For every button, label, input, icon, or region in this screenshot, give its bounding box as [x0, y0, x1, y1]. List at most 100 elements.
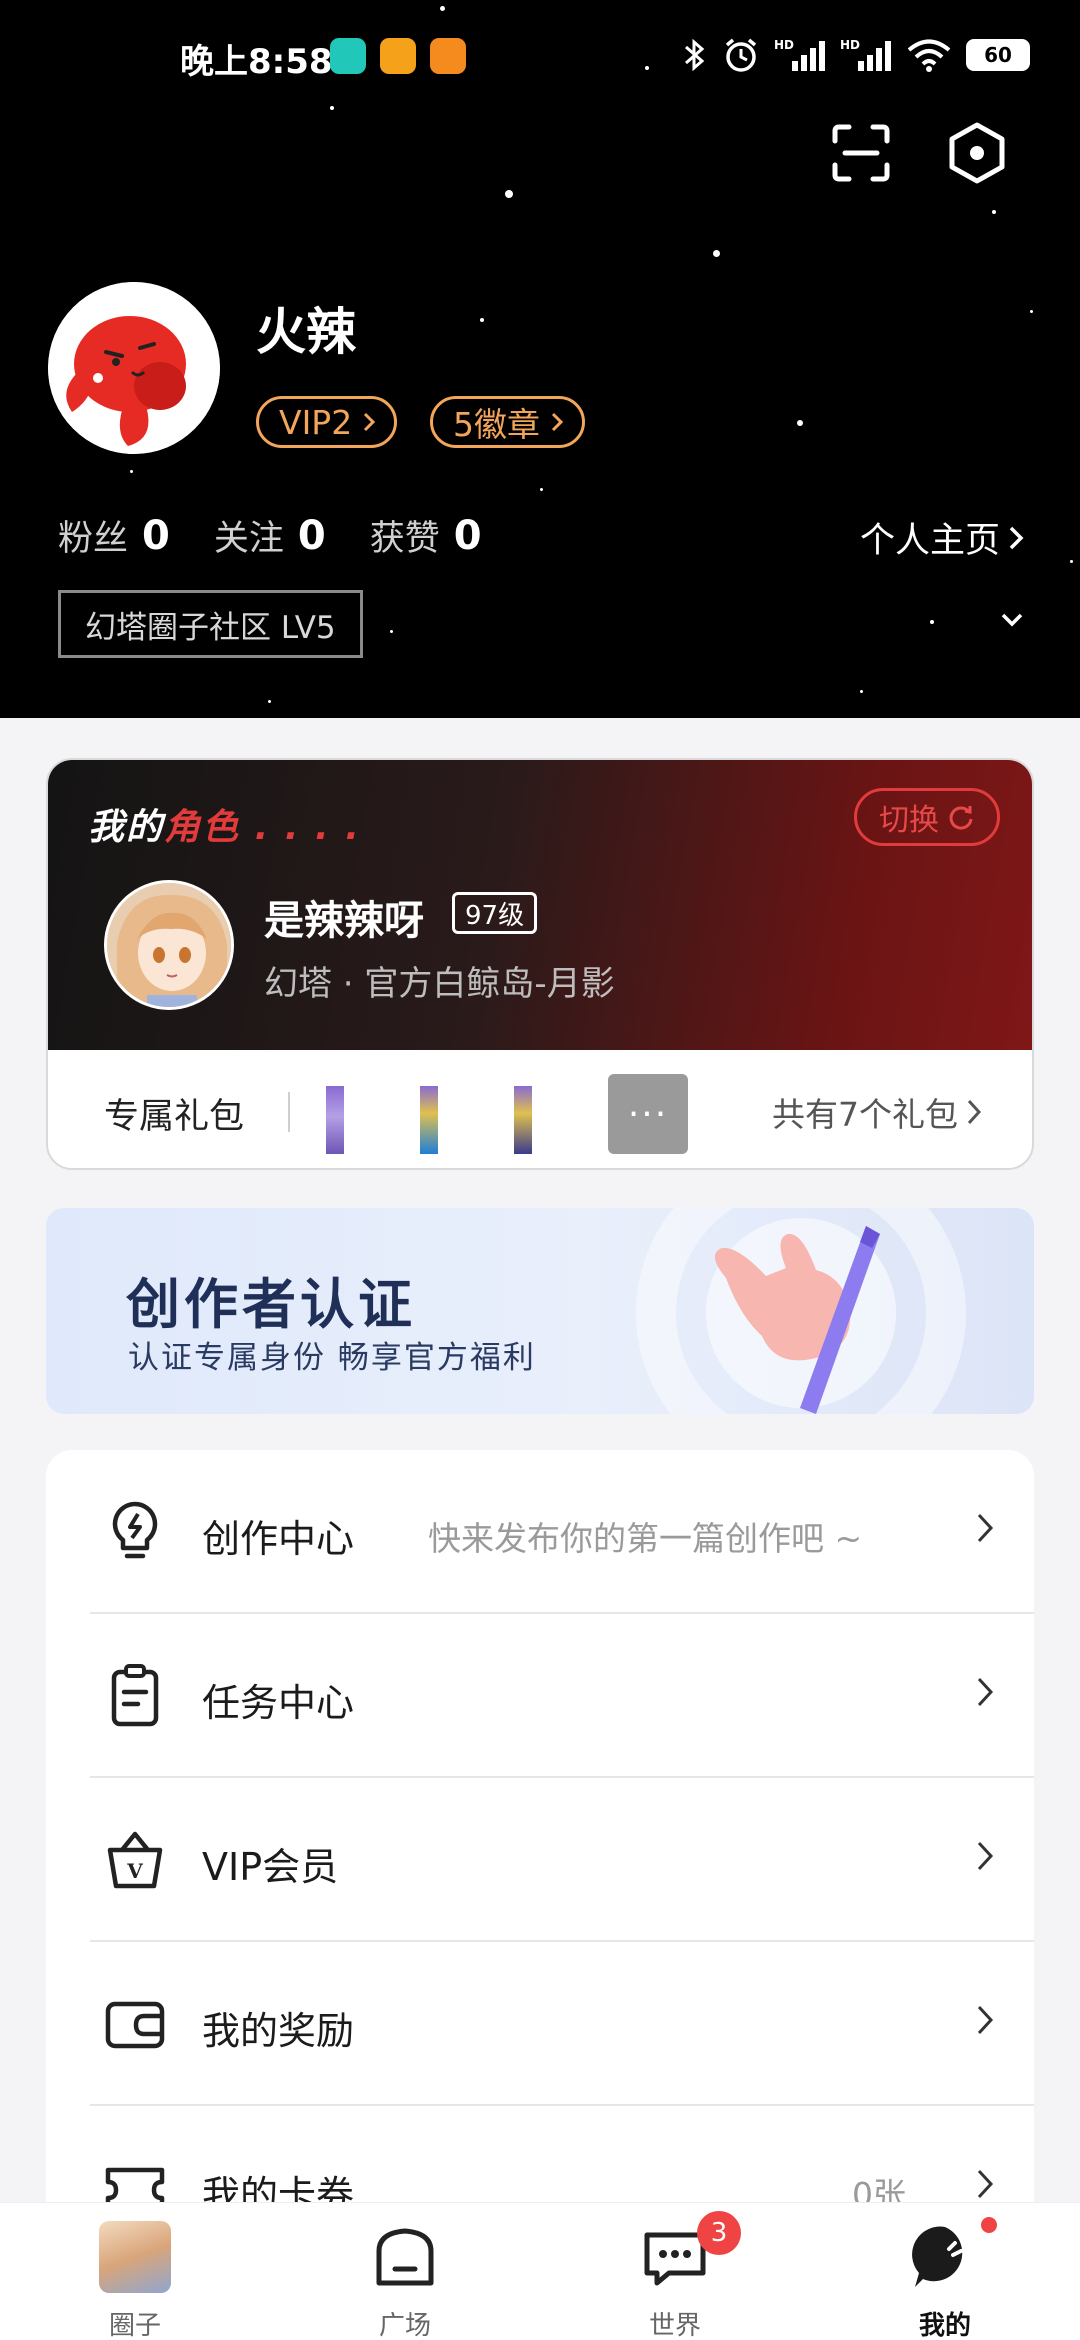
chevron-right-icon	[977, 2169, 994, 2199]
role-card-header: 我的角色 . . . . 切换 是辣辣呀 97级 幻塔 · 官方白鲸岛-月影	[48, 760, 1032, 1050]
status-icons: HD HD 60	[680, 36, 1030, 74]
chevron-right-icon	[1009, 526, 1024, 549]
clipboard-icon	[111, 1664, 159, 1727]
star-decoration	[268, 700, 271, 703]
gift-item-thumbnail[interactable]	[420, 1086, 438, 1154]
vip-basket-icon: V	[107, 1831, 163, 1889]
stat-likes[interactable]: 获赞 0	[370, 510, 482, 561]
app-notification-icon	[430, 38, 466, 74]
victory-hand-pen-icon	[714, 1226, 880, 1414]
scan-button[interactable]	[830, 122, 892, 184]
star-decoration	[330, 106, 334, 110]
menu-item-vip[interactable]: V VIP会员	[46, 1778, 1034, 1942]
stat-label: 获赞	[369, 519, 440, 559]
switch-label: 切换	[879, 803, 939, 838]
chevron-right-icon	[967, 1099, 982, 1125]
chevron-right-icon	[364, 412, 376, 432]
menu-item-creation-center[interactable]: 创作中心 快来发布你的第一篇创作吧 ~	[46, 1450, 1034, 1614]
gift-label: 专属礼包	[104, 1097, 245, 1137]
badges-pill[interactable]: 5徽章	[430, 396, 585, 448]
status-bar: 晚上8:58 HD HD 60	[0, 30, 1080, 90]
star-decoration	[390, 630, 393, 633]
stat-label: 关注	[213, 519, 284, 559]
svg-text:V: V	[126, 1859, 143, 1883]
my-role-card[interactable]: 我的角色 . . . . 切换 是辣辣呀 97级 幻塔 · 官方白鲸岛-月影 专…	[46, 758, 1034, 1170]
alarm-icon	[725, 38, 757, 72]
star-decoration	[713, 250, 720, 257]
wallet-icon	[105, 2001, 165, 2049]
user-avatar[interactable]	[48, 282, 220, 454]
community-level-tag[interactable]: 幻塔圈子社区 LV5	[58, 590, 363, 658]
role-title-dots: . . . .	[240, 807, 361, 848]
signal-icon: HD	[774, 38, 825, 71]
menu-hint: 快来发布你的第一篇创作吧 ~	[428, 1519, 863, 1558]
menu-item-task-center[interactable]: 任务中心	[46, 1614, 1034, 1778]
role-name: 是辣辣呀	[264, 898, 424, 944]
star-decoration	[130, 470, 133, 473]
role-level-badge: 97级	[452, 892, 538, 934]
user-name: 火辣	[256, 303, 356, 361]
role-card-title: 我的角色 . . . .	[88, 798, 361, 850]
nav-tab-circle[interactable]: 圈子	[35, 2203, 235, 2340]
stat-following[interactable]: 关注 0	[214, 510, 326, 561]
svg-text:HD: HD	[774, 38, 794, 52]
divider	[288, 1092, 290, 1132]
wifi-icon	[907, 39, 951, 72]
gift-item-thumbnail[interactable]	[326, 1086, 344, 1154]
creator-title: 创作者认证	[126, 1273, 416, 1336]
svg-text:HD: HD	[840, 38, 860, 52]
exclusive-gift-row[interactable]: 专属礼包 ··· 共有7个礼包	[48, 1050, 1032, 1168]
star-decoration	[797, 420, 803, 426]
nav-tab-world[interactable]: 3 世界	[575, 2203, 775, 2340]
creator-subtitle: 认证专属身份 畅享官方福利	[128, 1340, 536, 1376]
chevron-right-icon	[977, 1841, 994, 1871]
menu-item-rewards[interactable]: 我的奖励	[46, 1942, 1034, 2106]
nav-label: 世界	[648, 2311, 701, 2340]
settings-button[interactable]	[946, 122, 1008, 184]
gift-item-thumbnail[interactable]	[514, 1086, 532, 1154]
status-time: 晚上8:58	[180, 42, 333, 82]
menu-label: 创作中心	[202, 1517, 355, 1561]
stat-label: 粉丝	[58, 519, 129, 559]
stat-value: 0	[453, 512, 482, 559]
role-server: 幻塔 · 官方白鲸岛-月影	[264, 964, 615, 1004]
menu-label: 任务中心	[202, 1681, 355, 1725]
signal-icon: HD	[840, 38, 891, 71]
scan-icon	[832, 124, 890, 182]
vip-level-pill[interactable]: VIP2	[256, 396, 398, 448]
chevron-right-icon	[977, 1677, 994, 1707]
star-decoration	[540, 488, 543, 491]
gift-count-link[interactable]: 共有7个礼包	[772, 1088, 982, 1136]
lightbulb-icon	[112, 1501, 158, 1559]
vip-level-label: VIP2	[279, 402, 353, 442]
stat-fans[interactable]: 粉丝 0	[58, 510, 170, 561]
profile-blob-icon	[912, 2226, 963, 2287]
menu-label: 我的奖励	[202, 2009, 355, 2053]
gift-more-button[interactable]: ···	[608, 1074, 688, 1154]
nav-tab-mine[interactable]: 我的	[845, 2203, 1045, 2340]
nav-label: 我的	[918, 2311, 971, 2340]
profile-header: 晚上8:58 HD HD 60 火辣 VIP2 5徽章 粉丝 0 关注 0 获赞…	[0, 0, 1080, 718]
creator-certification-banner[interactable]: 创作者认证 认证专属身份 畅享官方福利	[46, 1208, 1034, 1414]
user-stats: 粉丝 0 关注 0 获赞 0	[58, 510, 526, 561]
notification-dot	[981, 2217, 997, 2233]
settings-hexagon-icon	[949, 122, 1005, 184]
role-title-plain: 我的	[88, 807, 165, 848]
expand-toggle[interactable]	[1000, 612, 1024, 632]
star-decoration	[1070, 560, 1073, 563]
bluetooth-icon	[685, 38, 705, 72]
app-notification-icon	[330, 38, 366, 74]
stat-value: 0	[297, 512, 326, 559]
star-decoration	[505, 190, 513, 198]
switch-role-button[interactable]: 切换	[854, 788, 1000, 846]
anime-girl-avatar-icon	[107, 883, 231, 1007]
nav-tab-plaza[interactable]: 广场	[305, 2203, 505, 2340]
battery-indicator: 60	[966, 39, 1030, 71]
star-decoration	[860, 690, 863, 693]
homepage-label: 个人主页	[859, 521, 1000, 561]
chevron-down-icon	[1001, 613, 1023, 627]
nav-label: 圈子	[108, 2311, 161, 2340]
badges-label: 5徽章	[453, 405, 540, 444]
chevron-right-icon	[977, 1513, 994, 1543]
personal-homepage-link[interactable]: 个人主页	[860, 512, 1024, 563]
